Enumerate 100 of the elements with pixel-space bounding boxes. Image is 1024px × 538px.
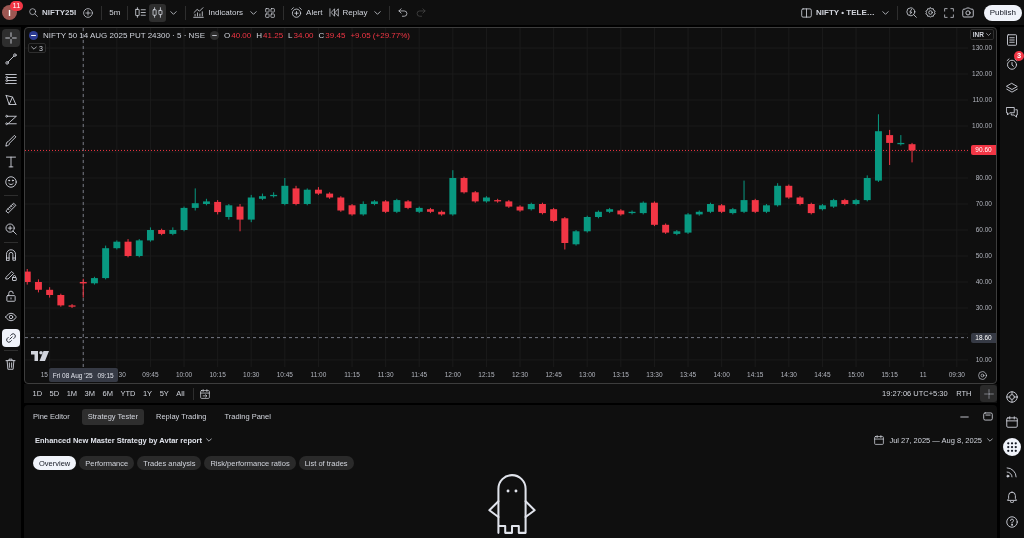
ohlc-value: 34.00 (293, 30, 314, 40)
logo-icon[interactable] (31, 351, 49, 361)
candlestick (841, 198, 849, 206)
caret-icon[interactable] (374, 10, 382, 15)
chevron-down-icon (31, 46, 37, 50)
candlestick (393, 198, 401, 214)
candlestick (684, 212, 692, 235)
calendar-arrow-icon[interactable] (200, 388, 211, 399)
ohlc-value: 40.00 (231, 30, 252, 40)
chat-bubbles-icon (1006, 106, 1018, 118)
plus-circle-icon[interactable] (83, 7, 94, 18)
candlestick (113, 239, 121, 250)
candlestick (505, 199, 513, 209)
candlestick (46, 286, 54, 299)
help-button[interactable] (1003, 513, 1021, 531)
ohlc-value: 39.45 (325, 30, 346, 40)
apps-button[interactable] (1003, 438, 1021, 456)
candlestick (337, 195, 345, 213)
candlestick (897, 134, 905, 146)
caret-icon (987, 438, 993, 442)
crosshair-icon (983, 388, 994, 399)
help-icon (1006, 516, 1018, 528)
target-button[interactable] (1003, 388, 1021, 406)
candlestick (751, 198, 759, 214)
zigzag-icon (4, 93, 17, 106)
candlestick (662, 223, 670, 235)
parallel-lines-icon (4, 114, 17, 127)
trash-icon[interactable] (5, 357, 16, 370)
candlestick (594, 210, 602, 219)
dots-grid-icon (1006, 441, 1018, 453)
candlestick (527, 202, 535, 211)
candlestick (404, 199, 412, 210)
caret-icon[interactable] (250, 10, 258, 15)
settings-icon[interactable] (924, 7, 936, 18)
candlestick (415, 206, 423, 214)
crosshair-icon (4, 32, 17, 44)
caret-icon[interactable] (881, 10, 889, 15)
search-icon (29, 8, 38, 17)
indicators-button[interactable]: Indicators (190, 3, 247, 22)
minus-circle-icon[interactable] (210, 30, 219, 40)
caret-icon[interactable] (170, 10, 178, 15)
candlestick (695, 210, 703, 217)
candlestick (572, 229, 580, 247)
candlestick (359, 200, 367, 217)
candlestick (124, 238, 132, 258)
candlestick (57, 293, 65, 308)
sync-tool-button[interactable] (1, 328, 20, 347)
crosshair-tool-button[interactable] (1, 29, 20, 47)
candlestick (762, 203, 770, 214)
alarm-clock-icon (291, 7, 303, 18)
zoom-in-icon (4, 222, 17, 235)
open-lock-icon (4, 290, 17, 303)
publish-button[interactable]: Publish (983, 4, 1022, 21)
candlestick (460, 176, 468, 195)
price-change: +9.05 (+29.77%) (350, 30, 410, 40)
ohlc-label: L (288, 30, 293, 40)
candlestick (102, 245, 110, 280)
minimize-icon[interactable] (960, 415, 969, 418)
candlestick (673, 229, 681, 236)
interval-button[interactable]: 5m (106, 3, 124, 22)
candlestick (852, 198, 860, 206)
caret-icon (986, 33, 991, 36)
candlestick (146, 226, 154, 243)
candlestick (774, 182, 782, 208)
candlestick (606, 207, 614, 214)
magnet-icon (4, 249, 17, 262)
candlestick-icon (152, 7, 164, 18)
calendar-icon (1006, 416, 1018, 428)
ring-icon[interactable] (977, 370, 987, 380)
candlestick (68, 303, 76, 309)
fullscreen-icon[interactable] (943, 7, 954, 18)
candlestick (135, 238, 143, 258)
bell-icon (1006, 491, 1018, 503)
quick-search-icon[interactable] (905, 7, 917, 18)
camera-icon[interactable] (961, 7, 974, 18)
grid-icon[interactable] (265, 7, 276, 18)
replay-button[interactable]: Replay (325, 3, 371, 22)
candlestick (740, 180, 748, 214)
candlestick (202, 198, 210, 206)
candlestick (718, 203, 726, 214)
candlestick (281, 177, 289, 206)
layers-icon (1006, 82, 1018, 94)
symbol-search-button[interactable]: NIFTY25I (26, 3, 80, 22)
layout-button[interactable]: NIFTY • TELE… (798, 3, 878, 22)
candlestick (214, 199, 222, 215)
calendar-button[interactable] (1003, 413, 1021, 431)
candlestick (158, 228, 166, 236)
ohlc-label: H (256, 30, 263, 40)
symbol-logo-icon (29, 30, 38, 40)
undo-icon[interactable] (398, 8, 409, 17)
candlestick (370, 199, 378, 206)
alert-button[interactable]: Alert (288, 3, 326, 22)
candlestick (236, 203, 244, 232)
candlestick (561, 216, 569, 250)
brush-icon (4, 134, 17, 147)
candlestick (79, 278, 87, 299)
candle-style-button[interactable] (149, 3, 167, 22)
maximize-icon[interactable] (983, 412, 993, 421)
candlestick (169, 226, 177, 236)
candlestick (426, 207, 434, 214)
